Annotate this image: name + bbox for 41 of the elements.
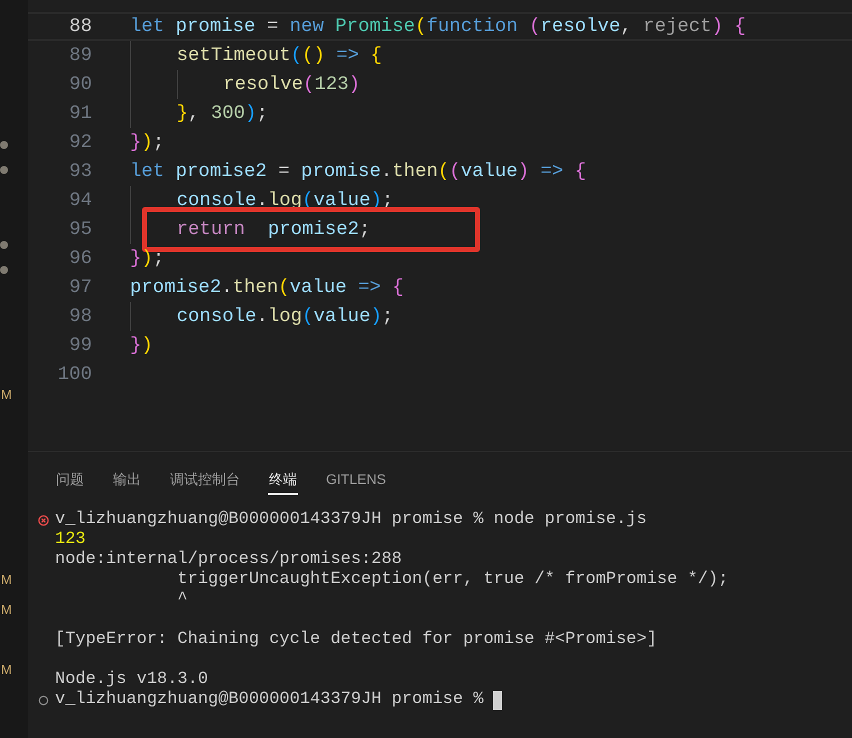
line-number: 89 <box>68 43 92 68</box>
code-line: }); <box>130 130 164 156</box>
line-number: 96 <box>68 246 92 272</box>
code-line: }) <box>130 333 153 358</box>
terminal-prompt: v_lizhuangzhuang@B000000143379JH promise % node promise.js <box>55 509 647 532</box>
panel-tab[interactable]: 输出 <box>112 466 142 495</box>
terminal-output: 123 <box>55 529 86 550</box>
line-number: 91 <box>68 101 92 126</box>
modified-marker: M <box>0 662 13 678</box>
line-number: 97 <box>68 275 92 300</box>
terminal-output: Node.js v18.3.0 <box>55 669 208 690</box>
code-line: let promise2 = promise.then((value) => { <box>130 159 586 184</box>
modified-marker: M <box>0 572 13 588</box>
code-line: let promise = new Promise(function (resolve, reject) { <box>130 14 746 40</box>
code-line: }, 300); <box>176 101 268 126</box>
panel-tab[interactable]: 终端 <box>268 466 298 495</box>
code-line: resolve(123) <box>223 72 360 98</box>
line-number: 92 <box>68 130 92 156</box>
line-number: 88 <box>68 14 92 40</box>
code-line: promise2.then(value => { <box>130 275 404 300</box>
terminal-output: ^ <box>176 589 188 612</box>
terminal-output: [TypeError: Chaining cycle detected for promise #<Promise>] <box>55 629 657 652</box>
line-number: 100 <box>56 362 92 388</box>
code-line: console.log(value); <box>176 304 394 330</box>
line-number: 90 <box>68 72 92 98</box>
line-number: 99 <box>68 333 92 358</box>
modified-marker: M <box>0 602 13 618</box>
terminal-prompt: v_lizhuangzhuang@B000000143379JH promise % <box>55 689 484 712</box>
code-line: return promise2; <box>176 217 370 242</box>
terminal-output: node:internal/process/promises:288 <box>55 549 402 570</box>
panel-tab[interactable]: GITLENS <box>325 466 387 495</box>
code-line: }); <box>130 246 164 272</box>
modified-marker: M <box>0 387 13 403</box>
line-number: 93 <box>68 159 92 184</box>
panel-tab[interactable]: 问题 <box>55 466 85 495</box>
panel-tab[interactable]: 调试控制台 <box>169 466 241 495</box>
terminal-output: triggerUncaughtException(err, true /* fromPromise */); <box>176 569 728 592</box>
line-number: 95 <box>68 217 92 242</box>
line-number: 98 <box>68 304 92 330</box>
code-line: setTimeout(() => { <box>176 43 382 68</box>
line-number: 94 <box>68 188 92 214</box>
